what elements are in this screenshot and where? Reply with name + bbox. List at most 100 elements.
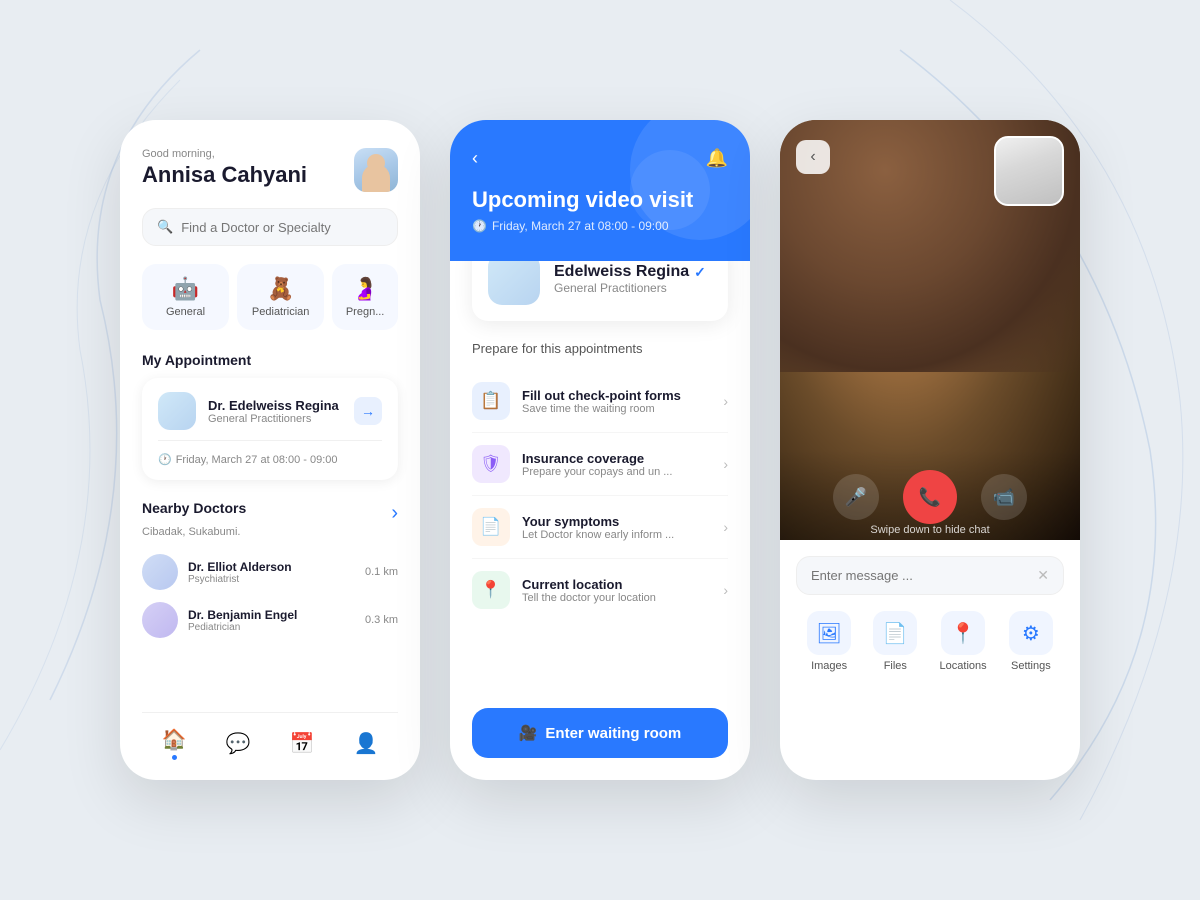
location-icon: 📍 xyxy=(472,571,510,609)
message-input[interactable] xyxy=(811,568,1029,583)
doctor-name-2: Dr. Benjamin Engel xyxy=(188,608,365,622)
enter-waiting-room-button[interactable]: 🎥 Enter waiting room xyxy=(472,708,728,758)
images-icon: 🖼 xyxy=(807,611,851,655)
camera-icon: 📹 xyxy=(993,487,1015,508)
locations-label: Locations xyxy=(940,660,987,672)
insurance-arrow: › xyxy=(723,456,728,472)
doctor-dist-2: 0.3 km xyxy=(365,614,398,626)
search-icon: 🔍 xyxy=(157,219,173,235)
settings-label: Settings xyxy=(1011,660,1051,672)
video-btn-icon: 🎥 xyxy=(519,724,538,742)
appointment-doctor-avatar xyxy=(158,392,196,430)
appointment-arrow[interactable]: → xyxy=(354,397,382,425)
phones-container: Good morning, Annisa Cahyani 🔍 🤖 General… xyxy=(120,120,1080,780)
insurance-icon: 🛡 xyxy=(472,445,510,483)
pediatrician-label: Pediatrician xyxy=(252,306,309,318)
calendar-icon: 📅 xyxy=(290,731,315,756)
category-general[interactable]: 🤖 General xyxy=(142,264,229,330)
visit-date: 🕐 Friday, March 27 at 08:00 - 09:00 xyxy=(472,219,728,233)
forms-sub: Save time the waiting room xyxy=(522,403,711,415)
doctor-small-video xyxy=(994,136,1064,206)
nav-profile[interactable]: 👤 xyxy=(354,731,379,756)
doctor-avatar-1 xyxy=(142,554,178,590)
appointment-section-title: My Appointment xyxy=(142,352,398,368)
appointment-card[interactable]: Dr. Edelweiss Regina General Practitione… xyxy=(142,378,398,480)
message-input-bar[interactable]: ✕ xyxy=(796,556,1064,595)
camera-button[interactable]: 📹 xyxy=(981,474,1027,520)
appointment-doctor-spec: General Practitioners xyxy=(208,413,354,425)
doctor-name-1: Dr. Elliot Alderson xyxy=(188,560,365,574)
settings-action[interactable]: ⚙ Settings xyxy=(1009,611,1053,672)
swipe-hint: Swipe down to hide chat xyxy=(780,524,1080,536)
search-input[interactable] xyxy=(181,220,383,235)
greeting-text: Good morning, xyxy=(142,148,307,160)
bottom-nav: 🏠 💬 📅 👤 xyxy=(142,712,398,780)
nearby-header: Nearby Doctors › xyxy=(142,500,398,526)
location-arrow: › xyxy=(723,582,728,598)
category-pediatrician[interactable]: 🧸 Pediatrician xyxy=(237,264,324,330)
search-bar[interactable]: 🔍 xyxy=(142,208,398,246)
back-chevron-icon: ‹ xyxy=(810,148,815,166)
appointment-time: 🕐 Friday, March 27 at 08:00 - 09:00 xyxy=(158,453,382,466)
forms-icon: 📋 xyxy=(472,382,510,420)
doctor-video-feed xyxy=(996,138,1062,204)
locations-icon: 📍 xyxy=(941,611,985,655)
microphone-icon: 🎤 xyxy=(845,487,867,508)
doctor-row-2[interactable]: Dr. Benjamin Engel Pediatrician 0.3 km xyxy=(142,596,398,644)
video-back-button[interactable]: ‹ xyxy=(796,140,830,174)
p2-item-insurance[interactable]: 🛡 Insurance coverage Prepare your copays… xyxy=(472,433,728,496)
prepare-title: Prepare for this appointments xyxy=(472,341,728,356)
chat-actions: 🖼 Images 📄 Files 📍 Locations ⚙ Settings xyxy=(796,611,1064,688)
end-call-button[interactable]: 📞 xyxy=(903,470,957,524)
doctor-dist-1: 0.1 km xyxy=(365,566,398,578)
nearby-arrow[interactable]: › xyxy=(391,502,398,525)
nearby-section-title: Nearby Doctors xyxy=(142,500,246,516)
doctor-avatar-2 xyxy=(142,602,178,638)
phone-2: ‹ 🔔 Upcoming video visit 🕐 Friday, March… xyxy=(450,120,750,780)
files-action[interactable]: 📄 Files xyxy=(873,611,917,672)
verified-icon: ✓ xyxy=(694,264,706,281)
forms-title: Fill out check-point forms xyxy=(522,388,711,403)
doctor-spec-2: Pediatrician xyxy=(188,622,365,633)
nav-home[interactable]: 🏠 xyxy=(162,727,187,760)
phone-1: Good morning, Annisa Cahyani 🔍 🤖 General… xyxy=(120,120,420,780)
nearby-location: Cibadak, Sukabumi. xyxy=(142,526,398,538)
home-icon: 🏠 xyxy=(162,727,187,752)
phone-icon: 📞 xyxy=(919,487,941,508)
notification-bell[interactable]: 🔔 xyxy=(706,148,728,169)
phone2-body: Edelweiss Regina ✓ General Practitioners… xyxy=(450,261,750,692)
messages-icon: 💬 xyxy=(226,731,251,756)
clock-icon: 🕐 xyxy=(158,453,172,466)
general-label: General xyxy=(166,306,205,318)
images-action[interactable]: 🖼 Images xyxy=(807,611,851,672)
category-pregnancy[interactable]: 🤰 Pregn... xyxy=(332,264,398,330)
p2-item-forms[interactable]: 📋 Fill out check-point forms Save time t… xyxy=(472,370,728,433)
appointment-doctor-name: Dr. Edelweiss Regina xyxy=(208,398,354,413)
symptoms-icon: 📄 xyxy=(472,508,510,546)
general-emoji: 🤖 xyxy=(150,276,221,302)
forms-arrow: › xyxy=(723,393,728,409)
p2-item-symptoms[interactable]: 📄 Your symptoms Let Doctor know early in… xyxy=(472,496,728,559)
profile-icon: 👤 xyxy=(354,731,379,756)
user-name: Annisa Cahyani xyxy=(142,162,307,188)
nav-messages[interactable]: 💬 xyxy=(226,731,251,756)
categories-row: 🤖 General 🧸 Pediatrician 🤰 Pregn... xyxy=(142,264,398,330)
clear-input-button[interactable]: ✕ xyxy=(1037,567,1049,584)
insurance-sub: Prepare your copays and un ... xyxy=(522,466,711,478)
pregnancy-emoji: 🤰 xyxy=(340,276,390,302)
location-title: Current location xyxy=(522,577,711,592)
avatar xyxy=(354,148,398,192)
back-button[interactable]: ‹ xyxy=(472,148,478,169)
mute-button[interactable]: 🎤 xyxy=(833,474,879,520)
location-sub: Tell the doctor your location xyxy=(522,592,711,604)
p2-item-location[interactable]: 📍 Current location Tell the doctor your … xyxy=(472,559,728,621)
files-icon: 📄 xyxy=(873,611,917,655)
doctor-row-1[interactable]: Dr. Elliot Alderson Psychiatrist 0.1 km xyxy=(142,548,398,596)
locations-action[interactable]: 📍 Locations xyxy=(940,611,987,672)
pregnancy-label: Pregn... xyxy=(346,306,385,318)
nav-calendar[interactable]: 📅 xyxy=(290,731,315,756)
images-label: Images xyxy=(811,660,847,672)
doctor-spec-1: Psychiatrist xyxy=(188,574,365,585)
p2-doctor-spec: General Practitioners xyxy=(554,281,706,295)
insurance-title: Insurance coverage xyxy=(522,451,711,466)
